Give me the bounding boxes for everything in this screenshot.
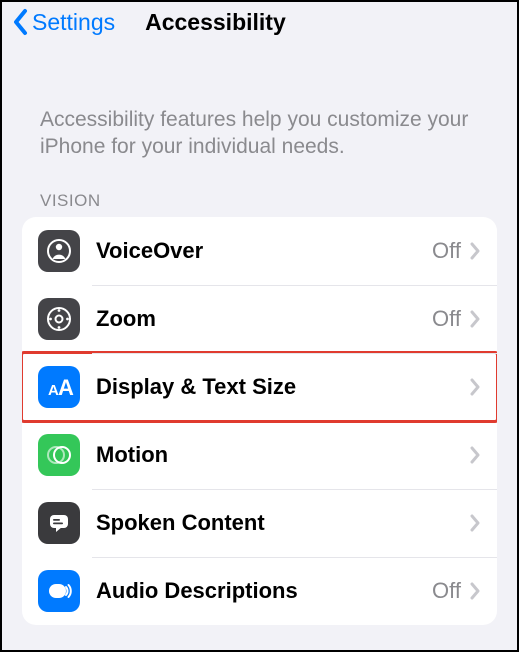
motion-icon xyxy=(38,434,80,476)
chevron-right-icon xyxy=(469,446,481,464)
section-header-vision: VISION xyxy=(2,161,517,217)
chevron-right-icon xyxy=(469,514,481,532)
chevron-right-icon xyxy=(469,242,481,260)
row-label: Display & Text Size xyxy=(96,374,469,400)
chevron-right-icon xyxy=(469,582,481,600)
audio-descriptions-icon xyxy=(38,570,80,612)
row-label: Motion xyxy=(96,442,469,468)
svg-text:A: A xyxy=(58,375,74,400)
row-status: Off xyxy=(432,306,461,332)
page-title: Accessibility xyxy=(145,9,286,36)
row-voiceover[interactable]: VoiceOver Off xyxy=(22,217,497,285)
zoom-icon xyxy=(38,298,80,340)
navigation-bar: Settings Accessibility xyxy=(2,2,517,46)
intro-description: Accessibility features help you customiz… xyxy=(2,46,517,161)
row-motion[interactable]: Motion xyxy=(22,421,497,489)
spoken-content-icon xyxy=(38,502,80,544)
chevron-right-icon xyxy=(469,310,481,328)
settings-accessibility-screen: Settings Accessibility Accessibility fea… xyxy=(0,0,519,652)
chevron-right-icon xyxy=(469,378,481,396)
back-button[interactable]: Settings xyxy=(12,8,115,36)
row-label: Zoom xyxy=(96,306,432,332)
chevron-left-icon xyxy=(12,8,30,36)
row-label: Spoken Content xyxy=(96,510,469,536)
row-spoken-content[interactable]: Spoken Content xyxy=(22,489,497,557)
text-size-icon: A A xyxy=(38,366,80,408)
row-status: Off xyxy=(432,578,461,604)
row-audio-descriptions[interactable]: Audio Descriptions Off xyxy=(22,557,497,625)
row-display-text-size[interactable]: A A Display & Text Size xyxy=(22,353,497,421)
vision-settings-group: VoiceOver Off Zoom Off xyxy=(22,217,497,625)
row-status: Off xyxy=(432,238,461,264)
row-zoom[interactable]: Zoom Off xyxy=(22,285,497,353)
voiceover-icon xyxy=(38,230,80,272)
back-label: Settings xyxy=(32,9,115,36)
row-label: Audio Descriptions xyxy=(96,578,432,604)
row-label: VoiceOver xyxy=(96,238,432,264)
